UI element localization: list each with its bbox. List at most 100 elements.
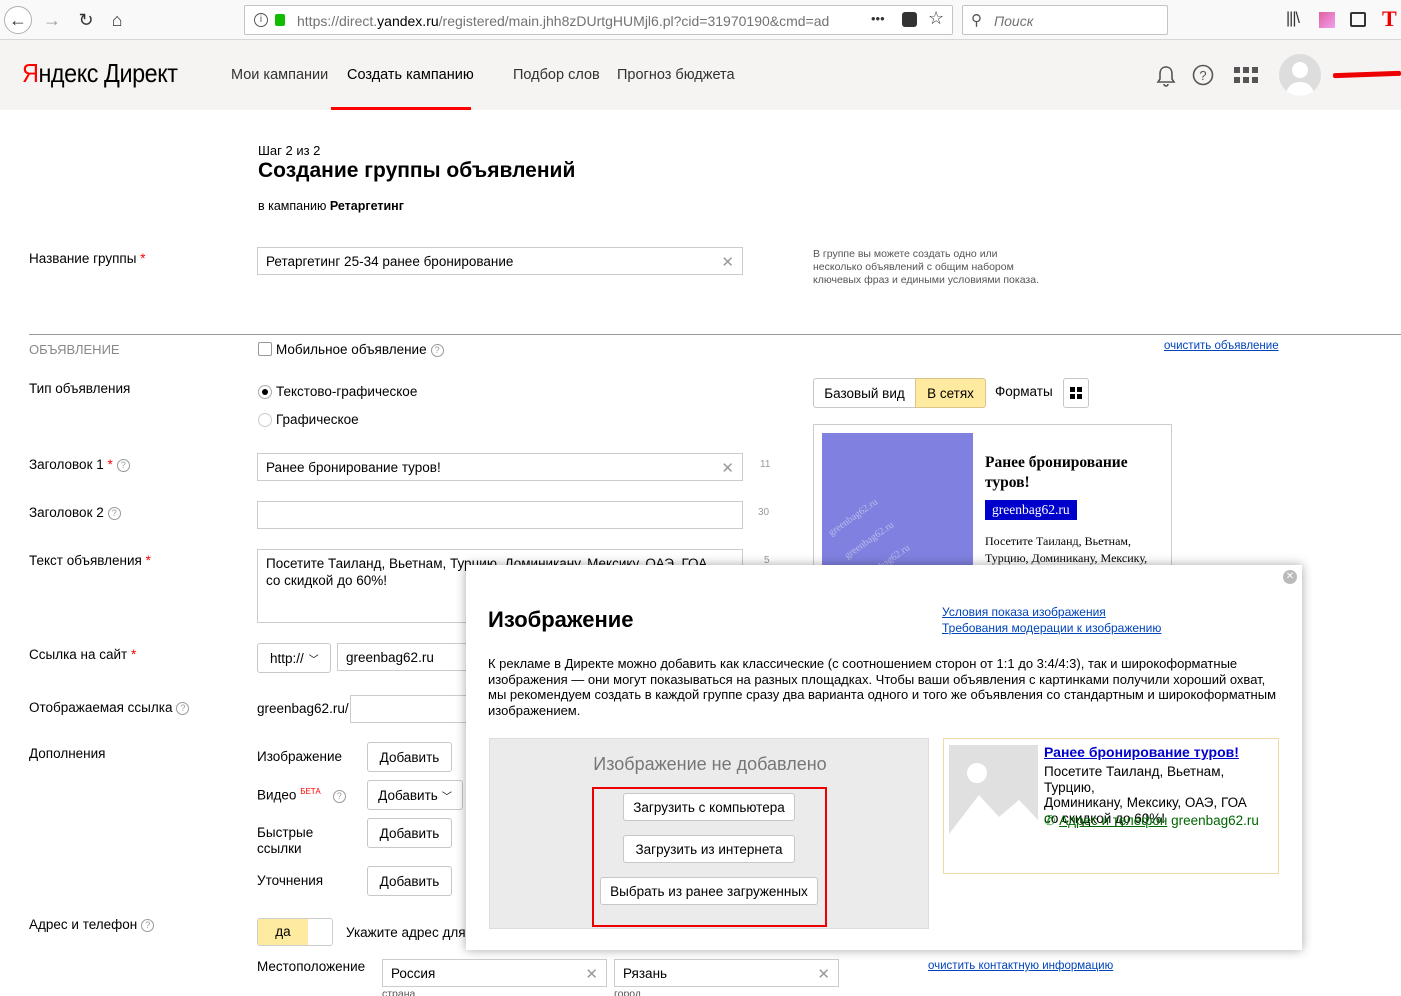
modal-ad-contacts: ✆ Адрес и телефон greenbag62.ru	[1044, 813, 1259, 828]
extra-video-label: Видео БЕТА?	[257, 787, 346, 803]
ad-type-graphic-radio[interactable]	[258, 413, 272, 427]
group-name-input[interactable]: Ретаргетинг 25-34 ранее бронирование ✕	[257, 247, 743, 275]
extras-label: Дополнения	[29, 746, 106, 761]
nav-word-selection[interactable]: Подбор слов	[513, 67, 600, 83]
add-quicklinks-button[interactable]: Добавить	[367, 818, 452, 848]
country-caption: страна	[382, 988, 416, 996]
page-title: Создание группы объявлений	[258, 159, 576, 182]
image-display-conditions-link[interactable]: Условия показа изображения	[942, 605, 1106, 619]
site-link-input[interactable]: greenbag62.ru	[337, 643, 477, 671]
library-icon[interactable]: |||\	[1286, 10, 1300, 28]
preview-title: Ранее бронирование туров!	[985, 454, 1128, 491]
ad-type-graphic-label: Графическое	[276, 412, 359, 427]
sidebar-icon[interactable]	[1350, 12, 1366, 27]
tab-in-networks[interactable]: В сетях	[915, 378, 986, 408]
url-text[interactable]: https://direct.yandex.ru/registered/main…	[297, 13, 837, 29]
clear-icon[interactable]: ✕	[721, 253, 734, 271]
ad-text-label: Текст объявления *	[29, 553, 151, 568]
active-nav-underline	[331, 107, 471, 110]
mobile-ad-checkbox[interactable]	[258, 342, 272, 356]
display-link-label: Отображаемая ссылка?	[29, 700, 190, 715]
yandex-direct-logo[interactable]: Яндекс Директ	[22, 58, 178, 89]
add-callouts-button[interactable]: Добавить	[367, 866, 452, 896]
help-icon[interactable]: ?	[116, 459, 130, 472]
display-link-prefix: greenbag62.ru/	[257, 701, 349, 716]
browser-toolbar: ← → ↻ ⌂ i https://direct.yandex.ru/regis…	[0, 0, 1401, 40]
clear-ad-link[interactable]: очистить объявление	[1164, 340, 1279, 352]
clear-contacts-link[interactable]: очистить контактную информацию	[928, 960, 1113, 972]
image-moderation-link[interactable]: Требования модерации к изображению	[942, 621, 1161, 635]
mobile-ad-label: Мобильное объявление?	[276, 342, 444, 357]
extra-quicklinks-label: Быстрые ссылки	[257, 825, 314, 856]
nav-create-campaign[interactable]: Создать кампанию	[347, 67, 474, 83]
url-bar[interactable]: i https://direct.yandex.ru/registered/ma…	[244, 5, 953, 35]
address-hint: Укажите адрес для	[346, 925, 466, 940]
info-icon[interactable]: i	[254, 13, 268, 27]
home-icon[interactable]: ⌂	[103, 6, 131, 34]
modal-ad-title[interactable]: Ранее бронирование туров!	[1044, 744, 1239, 760]
formats-label: Форматы	[995, 384, 1053, 399]
address-phone-label: Адрес и телефон?	[29, 917, 155, 932]
title2-input[interactable]	[257, 501, 743, 529]
phone-icon: ✆	[1044, 813, 1056, 828]
image-modal: ✕ Изображение Условия показа изображения…	[466, 565, 1302, 950]
help-icon[interactable]: ?	[141, 919, 155, 932]
tab-basic-view[interactable]: Базовый вид	[813, 378, 916, 408]
pocket-icon[interactable]	[902, 12, 917, 27]
clear-icon[interactable]: ✕	[817, 965, 830, 983]
help-icon[interactable]: ?	[332, 789, 346, 803]
redacted-username	[1332, 70, 1401, 79]
extension-icon[interactable]	[1319, 12, 1335, 28]
forward-arrow-icon[interactable]: →	[38, 6, 66, 34]
close-icon[interactable]: ✕	[1283, 570, 1297, 584]
city-input[interactable]: Рязань ✕	[614, 959, 839, 987]
display-link-input[interactable]	[350, 695, 480, 723]
help-icon[interactable]: ?	[176, 702, 190, 715]
ad-type-text-graphic-radio[interactable]	[258, 385, 272, 399]
add-video-button[interactable]: Добавить ﹀	[367, 780, 463, 810]
help-icon[interactable]: ?	[107, 507, 121, 520]
country-input[interactable]: Россия ✕	[382, 959, 607, 987]
clear-icon[interactable]: ✕	[585, 965, 598, 983]
search-placeholder: Поиск	[994, 13, 1034, 29]
image-placeholder-icon	[949, 745, 1038, 834]
grid-icon	[1070, 387, 1082, 399]
search-icon: ⚲	[971, 12, 982, 29]
back-arrow-icon[interactable]: ←	[4, 6, 32, 34]
bookmark-star-icon[interactable]: ☆	[928, 8, 944, 29]
translate-icon[interactable]: T	[1382, 6, 1397, 32]
reload-icon[interactable]: ↻	[72, 6, 100, 34]
step-indicator: Шаг 2 из 2	[258, 143, 321, 158]
page-actions-icon[interactable]: •••	[871, 11, 885, 26]
title1-counter: 11	[760, 459, 771, 470]
group-hint: В группе вы можете создать одно или неск…	[813, 248, 1039, 286]
modal-title: Изображение	[488, 607, 634, 632]
nav-budget-forecast[interactable]: Прогноз бюджета	[617, 67, 735, 83]
formats-grid-button[interactable]	[1063, 378, 1089, 408]
clear-icon[interactable]: ✕	[721, 459, 734, 477]
modal-ad-preview: Ранее бронирование туров! Посетите Таила…	[943, 738, 1279, 874]
title1-input[interactable]: Ранее бронирование туров! ✕	[257, 453, 743, 481]
avatar[interactable]	[1279, 54, 1321, 96]
toggle-yes[interactable]: да	[258, 919, 308, 945]
nav-my-campaigns[interactable]: Мои кампании	[231, 67, 328, 83]
bell-icon[interactable]	[1156, 65, 1176, 87]
help-icon[interactable]: ?	[430, 344, 444, 357]
group-name-label: Название группы *	[29, 251, 146, 266]
protocol-select[interactable]: http://﹀	[257, 643, 331, 673]
modal-description: К рекламе в Директе можно добавить как к…	[488, 656, 1277, 718]
title1-label: Заголовок 1 *?	[29, 457, 130, 472]
ad-section-label: ОБЪЯВЛЕНИЕ	[29, 342, 120, 357]
search-bar[interactable]: ⚲ Поиск	[962, 5, 1168, 35]
extra-callouts-label: Уточнения	[257, 873, 324, 888]
extra-image-label: Изображение	[257, 749, 343, 764]
title2-label: Заголовок 2?	[29, 505, 121, 520]
lock-icon	[275, 14, 285, 26]
services-grid-icon[interactable]	[1234, 67, 1258, 84]
add-image-button[interactable]: Добавить	[367, 742, 452, 772]
ad-preview-card: greenbag62.rugreenbag62.rugreenbag62.rug…	[813, 424, 1172, 569]
help-icon[interactable]: ?	[1192, 64, 1214, 86]
chevron-down-icon: ﹀	[308, 654, 319, 666]
address-toggle[interactable]: да	[257, 918, 333, 946]
direct-header: Яндекс Директ Мои кампании Создать кампа…	[0, 40, 1401, 110]
